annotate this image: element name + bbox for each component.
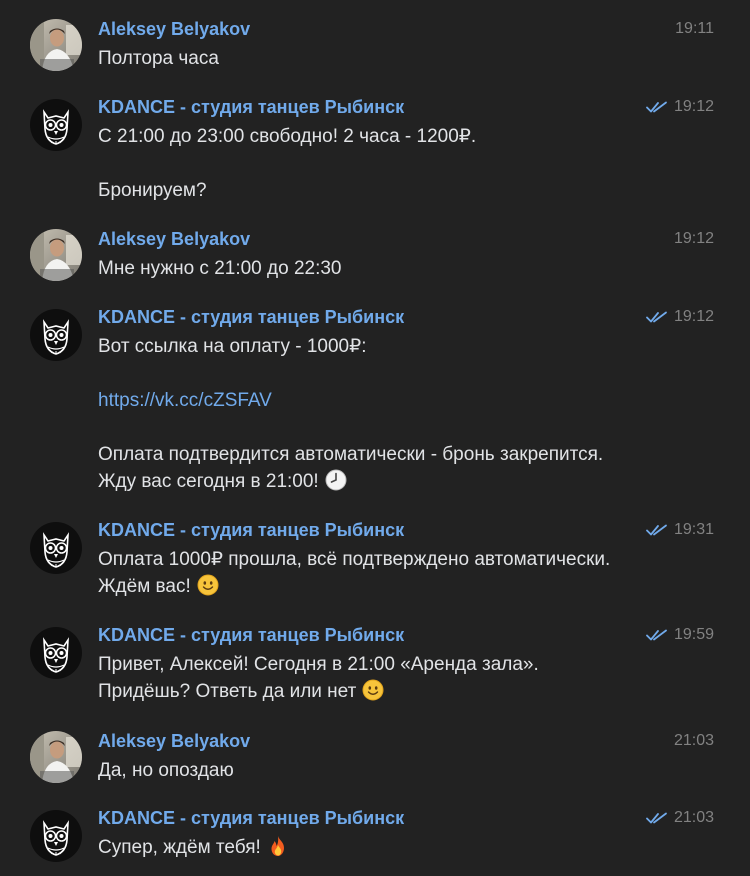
- message-line: Привет, Алексей! Сегодня в 21:00 «Аренда…: [98, 654, 539, 675]
- user-avatar[interactable]: [30, 19, 82, 71]
- message-line: Оплата 1000₽ прошла, всё подтверждено ав…: [98, 549, 611, 570]
- message-line: Да, но опоздаю: [98, 760, 234, 781]
- message-line: Оплата подтвердится автоматически - брон…: [98, 444, 604, 465]
- double-check-icon: [646, 523, 668, 537]
- message-time: 19:31: [673, 521, 714, 538]
- message-time: 19:11: [675, 20, 714, 37]
- sender-name[interactable]: KDANCE - студия танцев Рыбинск: [98, 807, 404, 829]
- message-meta: 21:03: [674, 731, 714, 751]
- sender-name[interactable]: Aleksey Belyakov: [98, 228, 250, 250]
- clock-emoji-icon: [325, 469, 347, 491]
- fire-emoji-icon: [267, 835, 289, 857]
- double-check-icon: [646, 628, 668, 642]
- smile-emoji-icon: [362, 679, 384, 701]
- message-time: 19:12: [673, 230, 714, 247]
- sender-name[interactable]: Aleksey Belyakov: [98, 18, 250, 40]
- message-meta: 19:12: [646, 97, 714, 117]
- message-line: Супер, ждём тебя!: [98, 837, 261, 858]
- message-text: С 21:00 до 23:00 свободно! 2 часа - 1200…: [98, 123, 678, 204]
- message-line: [98, 360, 678, 387]
- message-line: Полтора часа: [98, 48, 219, 69]
- message-line: Жду вас сегодня в 21:00!: [98, 471, 319, 492]
- group-avatar[interactable]: [30, 627, 82, 679]
- group-avatar[interactable]: [30, 522, 82, 574]
- message-feed: Aleksey Belyakov 19:11 Полтора часа KDAN…: [0, 0, 750, 876]
- message-line: [98, 414, 678, 441]
- double-check-icon: [646, 811, 668, 825]
- message-line: [98, 150, 678, 177]
- message-meta: 19:59: [646, 625, 714, 645]
- message-meta: 19:11: [675, 19, 714, 39]
- sender-name[interactable]: KDANCE - студия танцев Рыбинск: [98, 519, 404, 541]
- message-line: Бронируем?: [98, 180, 207, 201]
- message-time: 21:03: [673, 732, 714, 749]
- message-meta: 19:31: [646, 520, 714, 540]
- message-text: Вот ссылка на оплату - 1000₽: https://vk…: [98, 333, 678, 495]
- message-meta: 21:03: [646, 808, 714, 828]
- sender-name[interactable]: KDANCE - студия танцев Рыбинск: [98, 624, 404, 646]
- group-avatar[interactable]: [30, 810, 82, 862]
- message-line: Придёшь? Ответь да или нет: [98, 681, 357, 702]
- message-line: С 21:00 до 23:00 свободно! 2 часа - 1200…: [98, 126, 477, 147]
- message-text: Да, но опоздаю: [98, 757, 678, 784]
- sender-name[interactable]: Aleksey Belyakov: [98, 730, 250, 752]
- user-avatar[interactable]: [30, 229, 82, 281]
- message-line: Вот ссылка на оплату - 1000₽:: [98, 336, 367, 357]
- message-time: 19:12: [673, 308, 714, 325]
- message-meta: 19:12: [674, 229, 714, 249]
- message-meta: 19:12: [646, 307, 714, 327]
- message-line: Ждём вас!: [98, 576, 191, 597]
- message-line: Мне нужно с 21:00 до 22:30: [98, 258, 342, 279]
- smile-emoji-icon: [197, 574, 219, 596]
- double-check-icon: [646, 310, 668, 324]
- message-text: Оплата 1000₽ прошла, всё подтверждено ав…: [98, 546, 678, 600]
- message-time: 19:12: [673, 98, 714, 115]
- group-avatar[interactable]: [30, 309, 82, 361]
- sender-name[interactable]: KDANCE - студия танцев Рыбинск: [98, 96, 404, 118]
- message-text: Полтора часа: [98, 45, 678, 72]
- message-time: 19:59: [673, 626, 714, 643]
- message-text: Супер, ждём тебя!: [98, 834, 678, 861]
- user-avatar[interactable]: [30, 731, 82, 783]
- message-time: 21:03: [673, 809, 714, 826]
- group-avatar[interactable]: [30, 99, 82, 151]
- sender-name[interactable]: KDANCE - студия танцев Рыбинск: [98, 306, 404, 328]
- payment-link[interactable]: https://vk.cc/cZSFAV: [98, 390, 272, 411]
- message-text: Мне нужно с 21:00 до 22:30: [98, 255, 678, 282]
- double-check-icon: [646, 100, 668, 114]
- message-text: Привет, Алексей! Сегодня в 21:00 «Аренда…: [98, 651, 678, 705]
